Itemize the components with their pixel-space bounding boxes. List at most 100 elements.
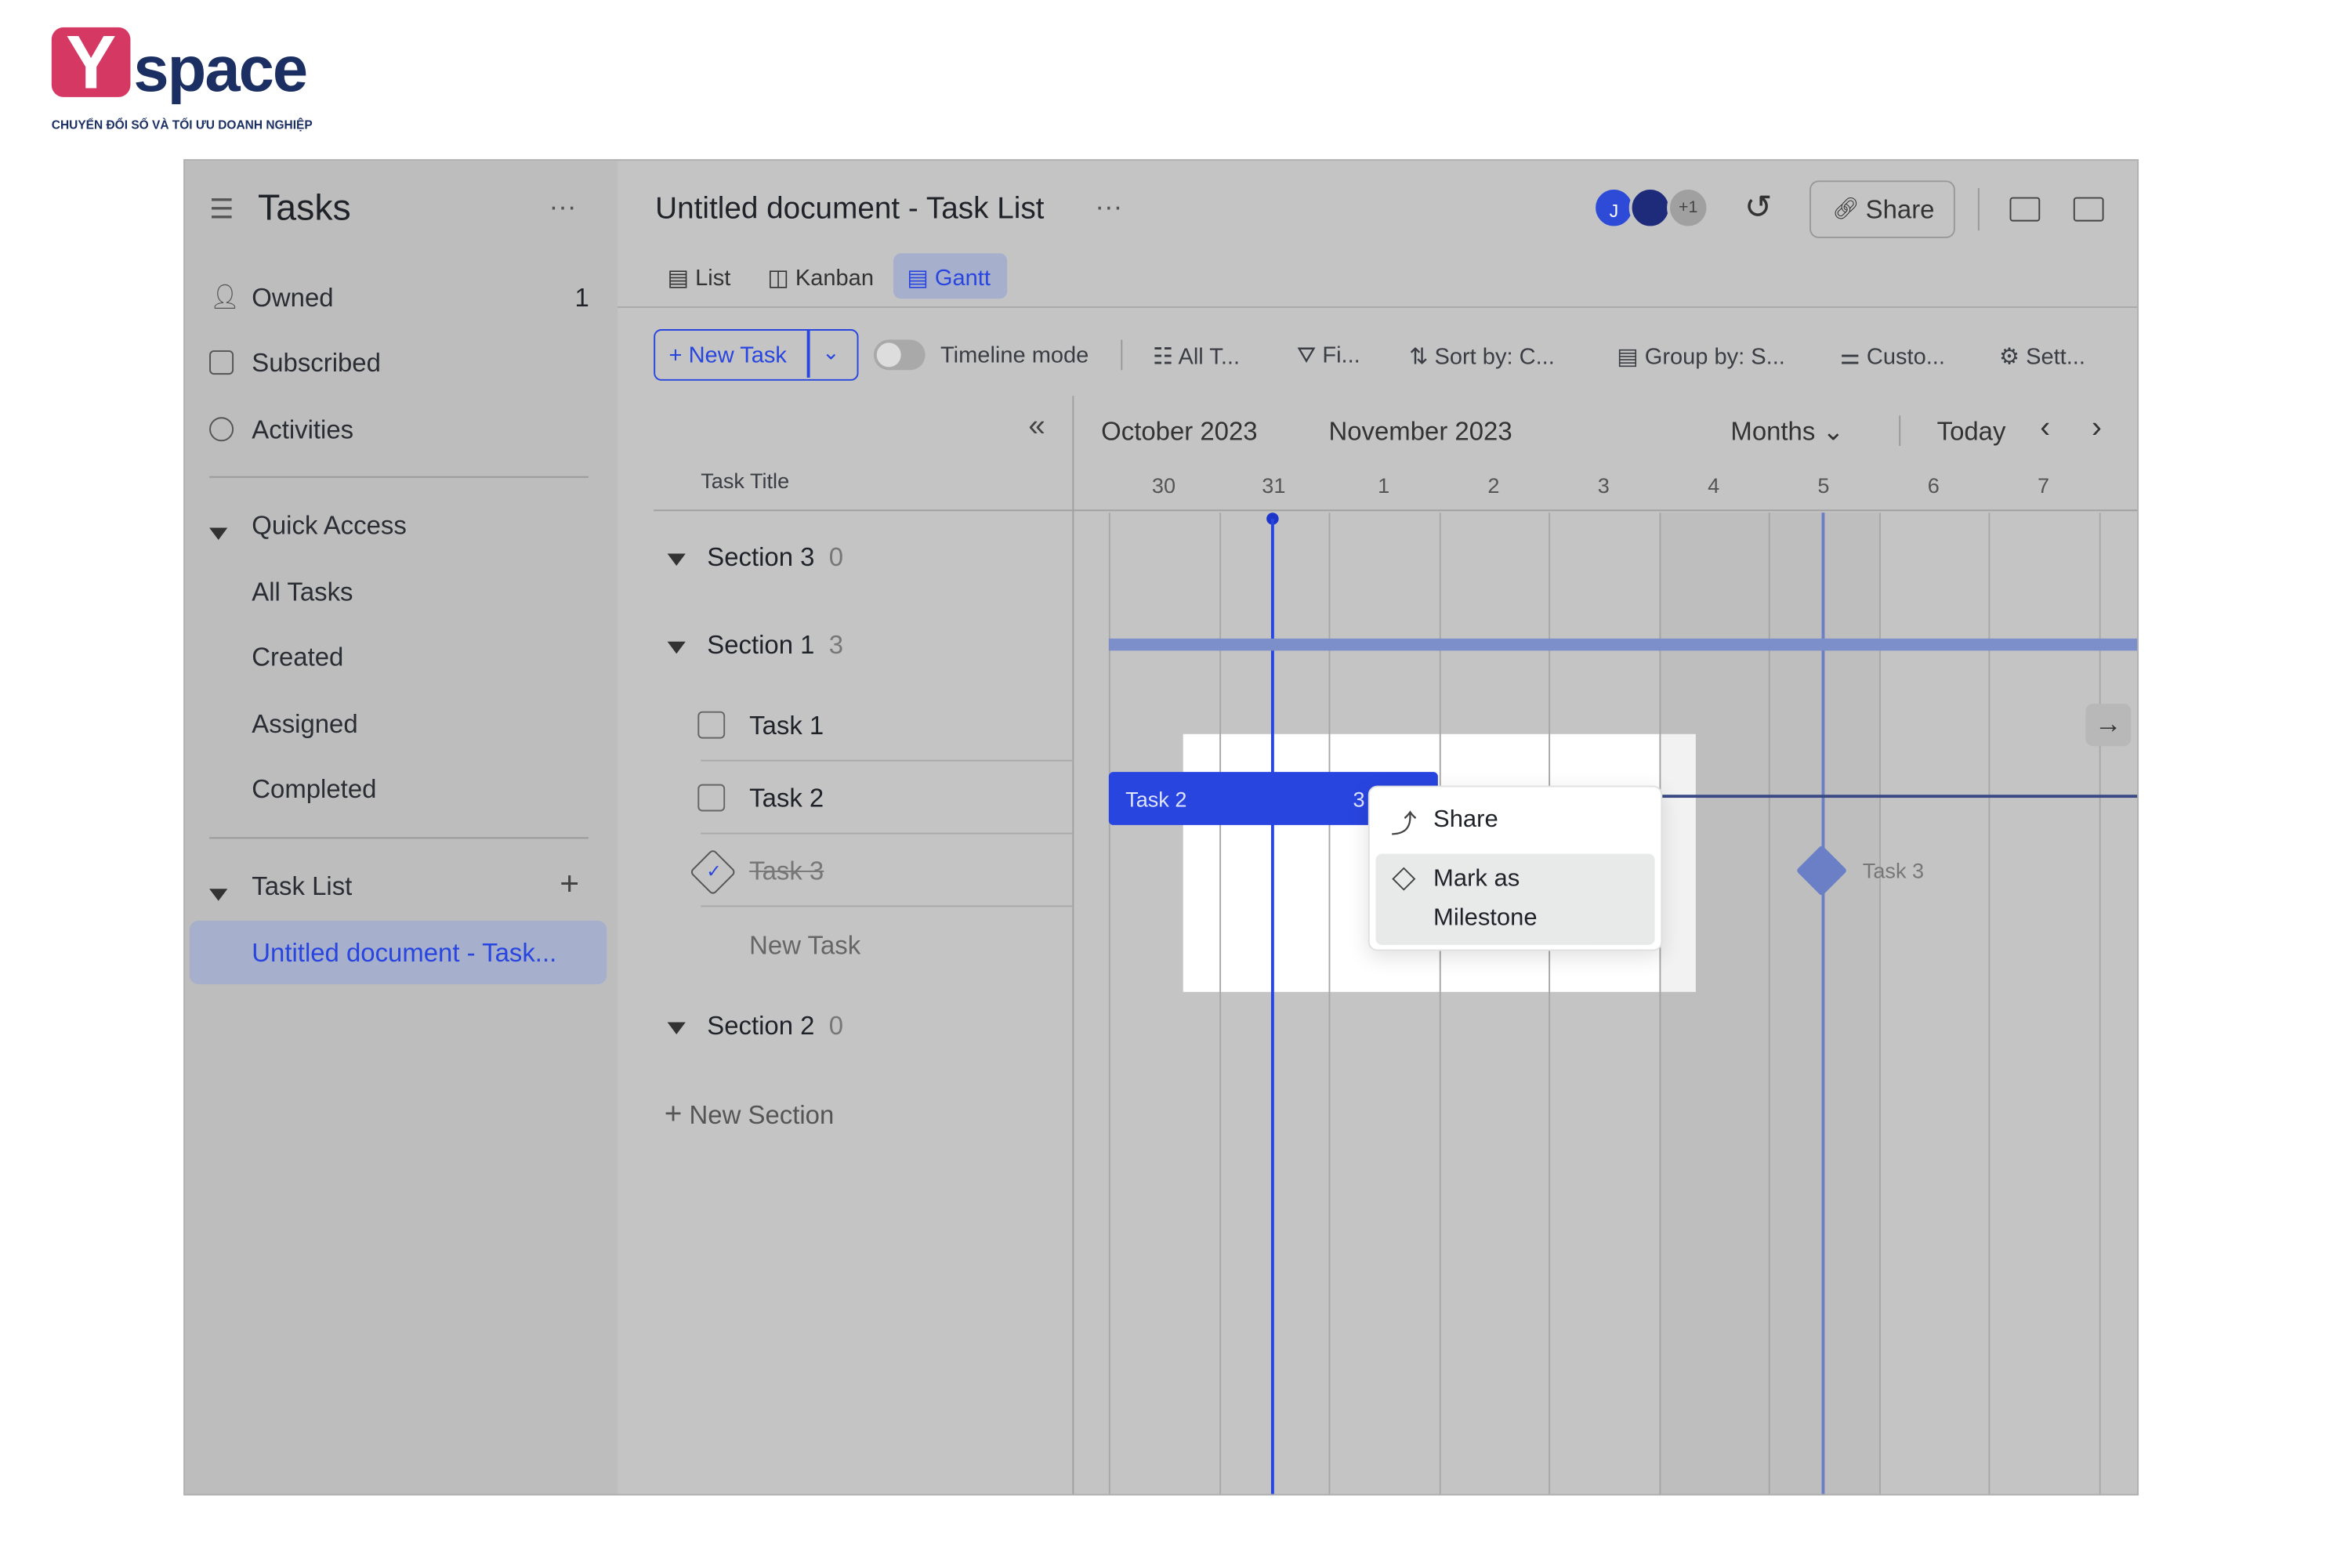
title-more-button[interactable]: ··· bbox=[1095, 191, 1122, 223]
button-label: Sett... bbox=[2026, 344, 2085, 371]
open-new-window-icon[interactable] bbox=[2073, 197, 2104, 222]
add-task-list-button[interactable]: + bbox=[560, 864, 579, 904]
day-gridline bbox=[1219, 512, 1221, 1494]
new-section-label: New Section bbox=[689, 1101, 835, 1130]
add-window-icon[interactable] bbox=[2009, 197, 2041, 222]
task-list-header[interactable]: Task List bbox=[252, 872, 352, 903]
logo-word: space bbox=[133, 33, 308, 105]
dependency-line bbox=[1661, 795, 2138, 798]
tab-kanban[interactable]: ◫ Kanban bbox=[767, 264, 874, 292]
share-button[interactable]: 🔗︎ Share bbox=[1809, 180, 1955, 238]
sidebar-item-label: Untitled document - Task... bbox=[252, 939, 557, 968]
sidebar-item-untitled-document[interactable]: Untitled document - Task... bbox=[189, 920, 607, 985]
menu-item-mark-as-milestone[interactable]: Mark as Milestone bbox=[1375, 853, 1655, 945]
day-label: 7 bbox=[2038, 473, 2050, 498]
task-1-checkbox[interactable] bbox=[697, 711, 726, 739]
day-gridline bbox=[1438, 512, 1440, 1494]
menu-item-label: Share bbox=[1433, 806, 1498, 833]
history-icon bbox=[209, 417, 234, 442]
sort-button[interactable]: ⇅ Sort by: C... bbox=[1409, 342, 1555, 370]
divider bbox=[806, 330, 810, 378]
caret-down-icon bbox=[667, 641, 686, 654]
day-gridline bbox=[2098, 512, 2100, 1494]
group-by-button[interactable]: ▤ Group by: S... bbox=[1617, 342, 1785, 370]
task-3-milestone-label: Task 3 bbox=[1862, 858, 1925, 883]
filter-button[interactable]: ⛛ Fi... bbox=[1297, 342, 1360, 368]
link-icon: 🔗︎ bbox=[1832, 195, 1860, 220]
sidebar-item-activities[interactable]: Activities bbox=[252, 415, 353, 446]
section-3-row[interactable]: Section 3 0 bbox=[667, 542, 843, 574]
task-2-bar-count: 3 bbox=[1353, 787, 1365, 812]
customize-button[interactable]: ⚌ Custo... bbox=[1840, 342, 1945, 370]
sidebar-item-subscribed[interactable]: Subscribed bbox=[252, 349, 381, 379]
all-tasks-filter-button[interactable]: ☷ All T... bbox=[1153, 342, 1240, 370]
today-line bbox=[1270, 518, 1273, 1494]
day-gridline bbox=[1878, 512, 1881, 1494]
caret-down-icon[interactable] bbox=[209, 882, 228, 909]
divider bbox=[1899, 415, 1901, 447]
timeline-mode-toggle[interactable] bbox=[873, 339, 926, 371]
sidebar-title: Tasks bbox=[258, 188, 351, 230]
collapse-sidebar-icon[interactable]: ☰ bbox=[209, 194, 234, 226]
settings-button[interactable]: ⚙ Sett... bbox=[1999, 342, 2085, 370]
previous-icon[interactable]: ‹ bbox=[2040, 411, 2050, 447]
sidebar-item-owned[interactable]: Owned bbox=[252, 284, 333, 314]
scroll-to-task-button[interactable]: → bbox=[2085, 704, 2132, 747]
today-button[interactable]: Today bbox=[1937, 417, 2006, 447]
day-gridline bbox=[1549, 512, 1551, 1494]
new-section-button[interactable]: + New Section bbox=[665, 1098, 835, 1133]
button-label: Fi... bbox=[1322, 342, 1360, 369]
tab-gantt[interactable]: ▤ Gantt bbox=[893, 253, 1008, 299]
day-gridline bbox=[1108, 512, 1110, 1494]
section-1-row[interactable]: Section 1 3 bbox=[667, 631, 844, 661]
task-2-checkbox[interactable] bbox=[697, 784, 726, 812]
menu-item-share[interactable]: ⤴ Share bbox=[1375, 793, 1654, 848]
day-label: 2 bbox=[1487, 473, 1500, 498]
row-divider bbox=[701, 759, 1073, 762]
task-3-checkbox-checked[interactable]: ✓ bbox=[689, 848, 737, 896]
bookmark-icon bbox=[209, 350, 234, 375]
day-label: 4 bbox=[1708, 473, 1720, 498]
scale-dropdown[interactable]: Months ⌄ bbox=[1730, 417, 1844, 447]
divider bbox=[617, 306, 2138, 308]
day-label: 1 bbox=[1378, 473, 1390, 498]
new-task-button[interactable]: + New Task ⌄ bbox=[654, 329, 859, 381]
tab-label: List bbox=[695, 265, 731, 292]
quick-access-header[interactable]: Quick Access bbox=[252, 511, 407, 541]
day-gridline bbox=[1988, 512, 1991, 1494]
section-2-row[interactable]: Section 2 0 bbox=[667, 1011, 844, 1042]
section-name: Section 3 bbox=[707, 542, 815, 572]
day-label: 6 bbox=[1927, 473, 1940, 498]
diamond-icon bbox=[1392, 867, 1416, 891]
new-task-inline[interactable]: New Task bbox=[749, 931, 860, 961]
task-2-title[interactable]: Task 2 bbox=[749, 784, 824, 815]
tab-list[interactable]: ▤ List bbox=[668, 264, 731, 292]
weekend-shade bbox=[1658, 512, 1879, 1494]
caret-down-icon bbox=[667, 553, 686, 566]
sidebar-item-all-tasks[interactable]: All Tasks bbox=[252, 578, 353, 608]
sidebar-more-button[interactable]: ··· bbox=[549, 191, 577, 223]
day-label: 31 bbox=[1262, 473, 1286, 498]
history-icon[interactable]: ↺ bbox=[1744, 188, 1773, 227]
avatar-more[interactable]: +1 bbox=[1667, 186, 1710, 230]
button-label: All T... bbox=[1178, 344, 1241, 371]
section-count: 3 bbox=[828, 631, 844, 660]
divider bbox=[1977, 188, 1980, 231]
sidebar-item-assigned[interactable]: Assigned bbox=[252, 710, 357, 741]
sidebar-item-created[interactable]: Created bbox=[252, 643, 343, 674]
chevron-down-icon[interactable]: ⌄ bbox=[822, 340, 840, 366]
page-title: Untitled document - Task List bbox=[655, 192, 1045, 226]
collapse-panel-icon[interactable]: « bbox=[1028, 410, 1045, 445]
new-task-label: + New Task bbox=[668, 342, 787, 369]
button-label: Custo... bbox=[1866, 344, 1945, 371]
sidebar-item-completed[interactable]: Completed bbox=[252, 775, 376, 806]
task-3-title[interactable]: Task 3 bbox=[749, 857, 824, 888]
caret-down-icon[interactable] bbox=[209, 520, 228, 548]
section-count: 0 bbox=[828, 1011, 844, 1041]
task-1-title[interactable]: Task 1 bbox=[749, 712, 824, 742]
day-label: 3 bbox=[1597, 473, 1610, 498]
avatar[interactable] bbox=[1628, 186, 1672, 230]
timeline-mode-label: Timeline mode bbox=[940, 342, 1089, 369]
row-divider bbox=[701, 905, 1073, 907]
next-icon[interactable]: › bbox=[2092, 411, 2102, 447]
